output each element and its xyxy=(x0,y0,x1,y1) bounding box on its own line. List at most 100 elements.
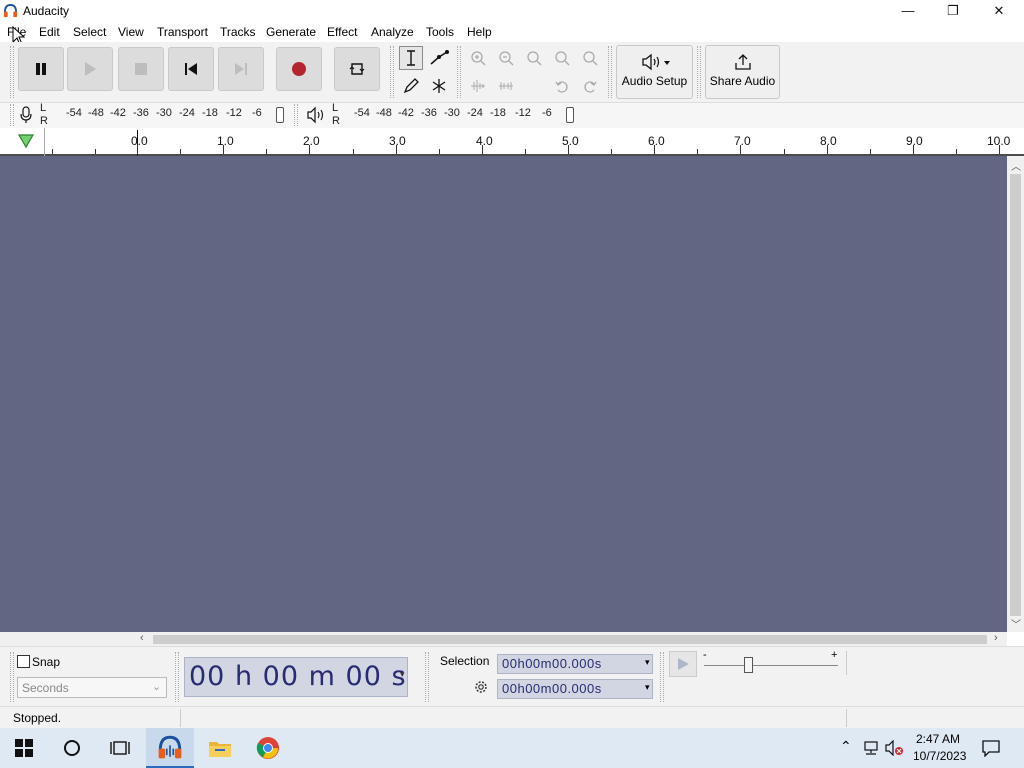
toolbar-grip[interactable] xyxy=(175,652,179,702)
ruler-tick xyxy=(740,145,741,154)
zoom-out-button[interactable] xyxy=(494,46,518,70)
selection-end-dropdown-icon[interactable]: ▾ xyxy=(645,682,650,693)
menu-tools[interactable]: Tools xyxy=(426,25,454,39)
play-button[interactable] xyxy=(67,47,113,91)
toolbar-grip[interactable] xyxy=(294,104,298,126)
horizontal-scrollbar[interactable]: ‹ › xyxy=(0,632,1007,646)
scroll-down-icon[interactable]: ﹀ xyxy=(1011,616,1021,631)
share-audio-button[interactable]: Share Audio xyxy=(705,45,780,99)
taskbar-chrome[interactable] xyxy=(244,728,292,768)
menu-edit[interactable]: Edit xyxy=(39,25,60,39)
taskbar-audacity[interactable] xyxy=(146,728,194,768)
settings-gear-icon[interactable] xyxy=(473,679,489,695)
scroll-right-icon[interactable]: › xyxy=(994,632,998,644)
silence-button[interactable] xyxy=(494,74,518,98)
menu-view[interactable]: View xyxy=(118,25,144,39)
close-button[interactable]: ✕ xyxy=(976,0,1022,22)
toolbar-grip[interactable] xyxy=(457,46,461,98)
scroll-up-icon[interactable]: ︿ xyxy=(1011,158,1021,173)
maximize-button[interactable]: ❐ xyxy=(930,0,976,22)
silence-audio-icon xyxy=(499,82,513,90)
toolbar-grip[interactable] xyxy=(660,652,664,702)
timeline-ruler[interactable]: 0.0 1.0 2.0 3.0 4.0 5.0 6.0 7.0 8.0 9.0 … xyxy=(0,128,1024,156)
toolbar-grip[interactable] xyxy=(697,46,701,98)
skip-to-end-button[interactable] xyxy=(218,47,264,91)
clock-time[interactable]: 2:47 AM xyxy=(916,732,960,746)
horizontal-scroll-thumb[interactable] xyxy=(153,635,987,644)
search-button[interactable] xyxy=(48,728,96,768)
play-head-triangle-icon[interactable] xyxy=(17,133,35,149)
vertical-scroll-thumb[interactable] xyxy=(1010,174,1021,616)
ruler-tick xyxy=(137,145,138,154)
toolbar-grip[interactable] xyxy=(608,46,612,98)
draw-tool[interactable] xyxy=(399,74,423,98)
bottom-toolbar: Snap Seconds ⌄ 00 h 00 m 00 s ▾ Selectio… xyxy=(0,646,1024,706)
pause-button[interactable] xyxy=(18,47,64,91)
audio-setup-button[interactable]: Audio Setup xyxy=(616,45,693,99)
speed-slider-thumb[interactable] xyxy=(744,657,753,673)
clock-date[interactable]: 10/7/2023 xyxy=(913,749,966,763)
minimize-button[interactable]: — xyxy=(885,0,931,22)
fit-selection-button[interactable] xyxy=(522,46,546,70)
microphone-icon[interactable] xyxy=(19,106,33,124)
playback-meter-tick: -54 xyxy=(354,107,370,119)
selection-start-field[interactable]: 00h00m00.000s xyxy=(497,654,653,674)
selection-tool[interactable] xyxy=(399,46,423,70)
selection-start-value: 00h00m00.000s xyxy=(502,656,602,671)
skip-to-start-button[interactable] xyxy=(168,47,214,91)
snap-unit-dropdown[interactable]: Seconds ⌄ xyxy=(17,677,167,698)
record-meter-slider[interactable] xyxy=(276,107,284,123)
menu-help[interactable]: Help xyxy=(467,25,492,39)
track-panel[interactable] xyxy=(0,156,1007,632)
menu-effect[interactable]: Effect xyxy=(327,25,357,39)
scroll-left-icon[interactable]: ‹ xyxy=(140,632,144,644)
menu-tracks[interactable]: Tracks xyxy=(220,25,256,39)
start-button[interactable] xyxy=(0,728,48,768)
zoom-in-button[interactable] xyxy=(466,46,490,70)
skip-start-icon xyxy=(185,63,197,75)
zoom-toggle-button[interactable] xyxy=(578,46,602,70)
fit-project-button[interactable] xyxy=(550,46,574,70)
show-hidden-icons-icon[interactable]: ⌃ xyxy=(840,738,852,755)
menu-analyze[interactable]: Analyze xyxy=(371,25,414,39)
selection-end-field[interactable]: 00h00m00.000s xyxy=(497,679,653,699)
chrome-icon xyxy=(256,737,279,759)
menu-transport[interactable]: Transport xyxy=(157,25,208,39)
status-divider xyxy=(180,709,181,727)
record-meter[interactable]: -54 -48 -42 -36 -30 -24 -18 -12 -6 xyxy=(52,104,288,126)
toolbar-grip[interactable] xyxy=(10,104,14,126)
speaker-icon[interactable] xyxy=(306,106,328,124)
toolbar-grip[interactable] xyxy=(10,46,14,98)
snap-checkbox[interactable] xyxy=(17,655,30,668)
trim-button[interactable] xyxy=(466,74,490,98)
time-format-dropdown-icon[interactable]: ▾ xyxy=(400,669,405,680)
taskbar-file-explorer[interactable] xyxy=(196,728,244,768)
time-display[interactable]: 00 h 00 m 00 s xyxy=(184,657,408,697)
toolbar-grip[interactable] xyxy=(390,46,394,98)
playback-meter-slider[interactable] xyxy=(566,107,574,123)
speed-slider-track[interactable] xyxy=(704,665,838,666)
multi-tool[interactable] xyxy=(427,74,451,98)
record-meter-tick: -24 xyxy=(179,107,195,119)
ruler-tick xyxy=(870,149,871,154)
selection-end-value: 00h00m00.000s xyxy=(502,681,602,696)
selection-start-dropdown-icon[interactable]: ▾ xyxy=(645,657,650,668)
menu-select[interactable]: Select xyxy=(73,25,106,39)
notification-icon[interactable] xyxy=(981,739,1001,757)
toolbar-grip[interactable] xyxy=(10,652,14,702)
loop-button[interactable] xyxy=(334,47,380,91)
play-at-speed-button[interactable] xyxy=(669,651,697,677)
redo-button[interactable] xyxy=(578,74,602,98)
volume-muted-icon[interactable] xyxy=(885,740,905,756)
undo-button[interactable] xyxy=(550,74,574,98)
record-button[interactable] xyxy=(276,47,322,91)
envelope-tool[interactable] xyxy=(427,46,451,70)
stop-button[interactable] xyxy=(118,47,164,91)
playback-meter[interactable]: -54 -48 -42 -36 -30 -24 -18 -12 -6 xyxy=(344,104,580,126)
network-icon[interactable] xyxy=(862,740,880,756)
task-view-button[interactable] xyxy=(96,728,144,768)
toolbar-grip[interactable] xyxy=(425,652,429,702)
snap-label: Snap xyxy=(32,655,61,669)
vertical-scrollbar[interactable]: ︿ ﹀ xyxy=(1007,156,1024,632)
menu-generate[interactable]: Generate xyxy=(266,25,316,39)
